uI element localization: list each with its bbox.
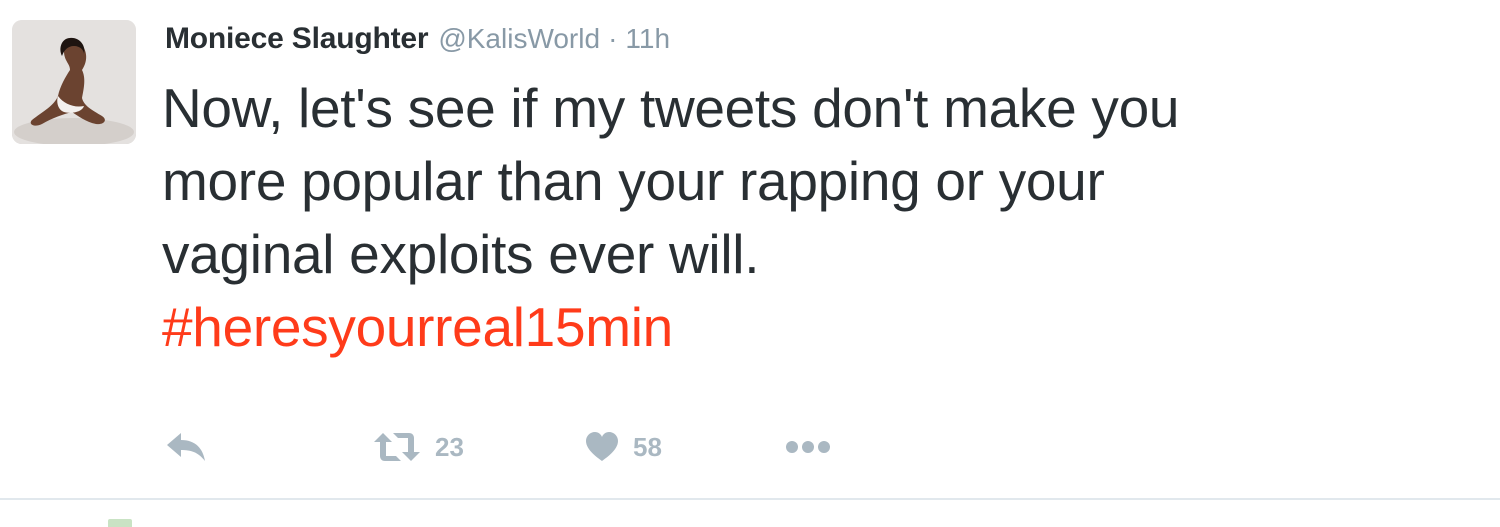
like-count: 58 (633, 431, 662, 462)
hashtag-link[interactable]: #heresyourreal15min (162, 291, 1482, 364)
tweet: Moniece Slaughter @KalisWorld · 11h Now,… (0, 0, 1500, 500)
profile-photo (12, 20, 136, 144)
more-dots-icon (786, 441, 830, 453)
heart-icon (586, 432, 618, 461)
tweet-text: Now, let's see if my tweets don't make y… (162, 72, 1482, 364)
more-button[interactable] (785, 425, 831, 469)
tweet-text-line: more popular than your rapping or your (162, 150, 1105, 212)
avatar[interactable] (12, 20, 136, 144)
display-name[interactable]: Moniece Slaughter (165, 22, 429, 56)
like-button[interactable]: 58 (585, 425, 662, 469)
retweet-count: 23 (435, 431, 464, 462)
reply-button[interactable] (165, 425, 207, 469)
reply-icon (167, 433, 205, 461)
retweet-icon (374, 433, 420, 461)
tweet-divider (0, 498, 1500, 500)
tweet-text-line: vaginal exploits ever will. (162, 223, 760, 285)
next-tweet-avatar-edge (108, 519, 132, 527)
timestamp[interactable]: 11h (625, 23, 670, 55)
retweet-button[interactable]: 23 (373, 425, 464, 469)
tweet-header: Moniece Slaughter @KalisWorld · 11h (165, 22, 670, 62)
separator-dot: · (608, 23, 618, 54)
tweet-text-line: Now, let's see if my tweets don't make y… (162, 77, 1180, 139)
username-handle[interactable]: @KalisWorld (438, 23, 600, 55)
